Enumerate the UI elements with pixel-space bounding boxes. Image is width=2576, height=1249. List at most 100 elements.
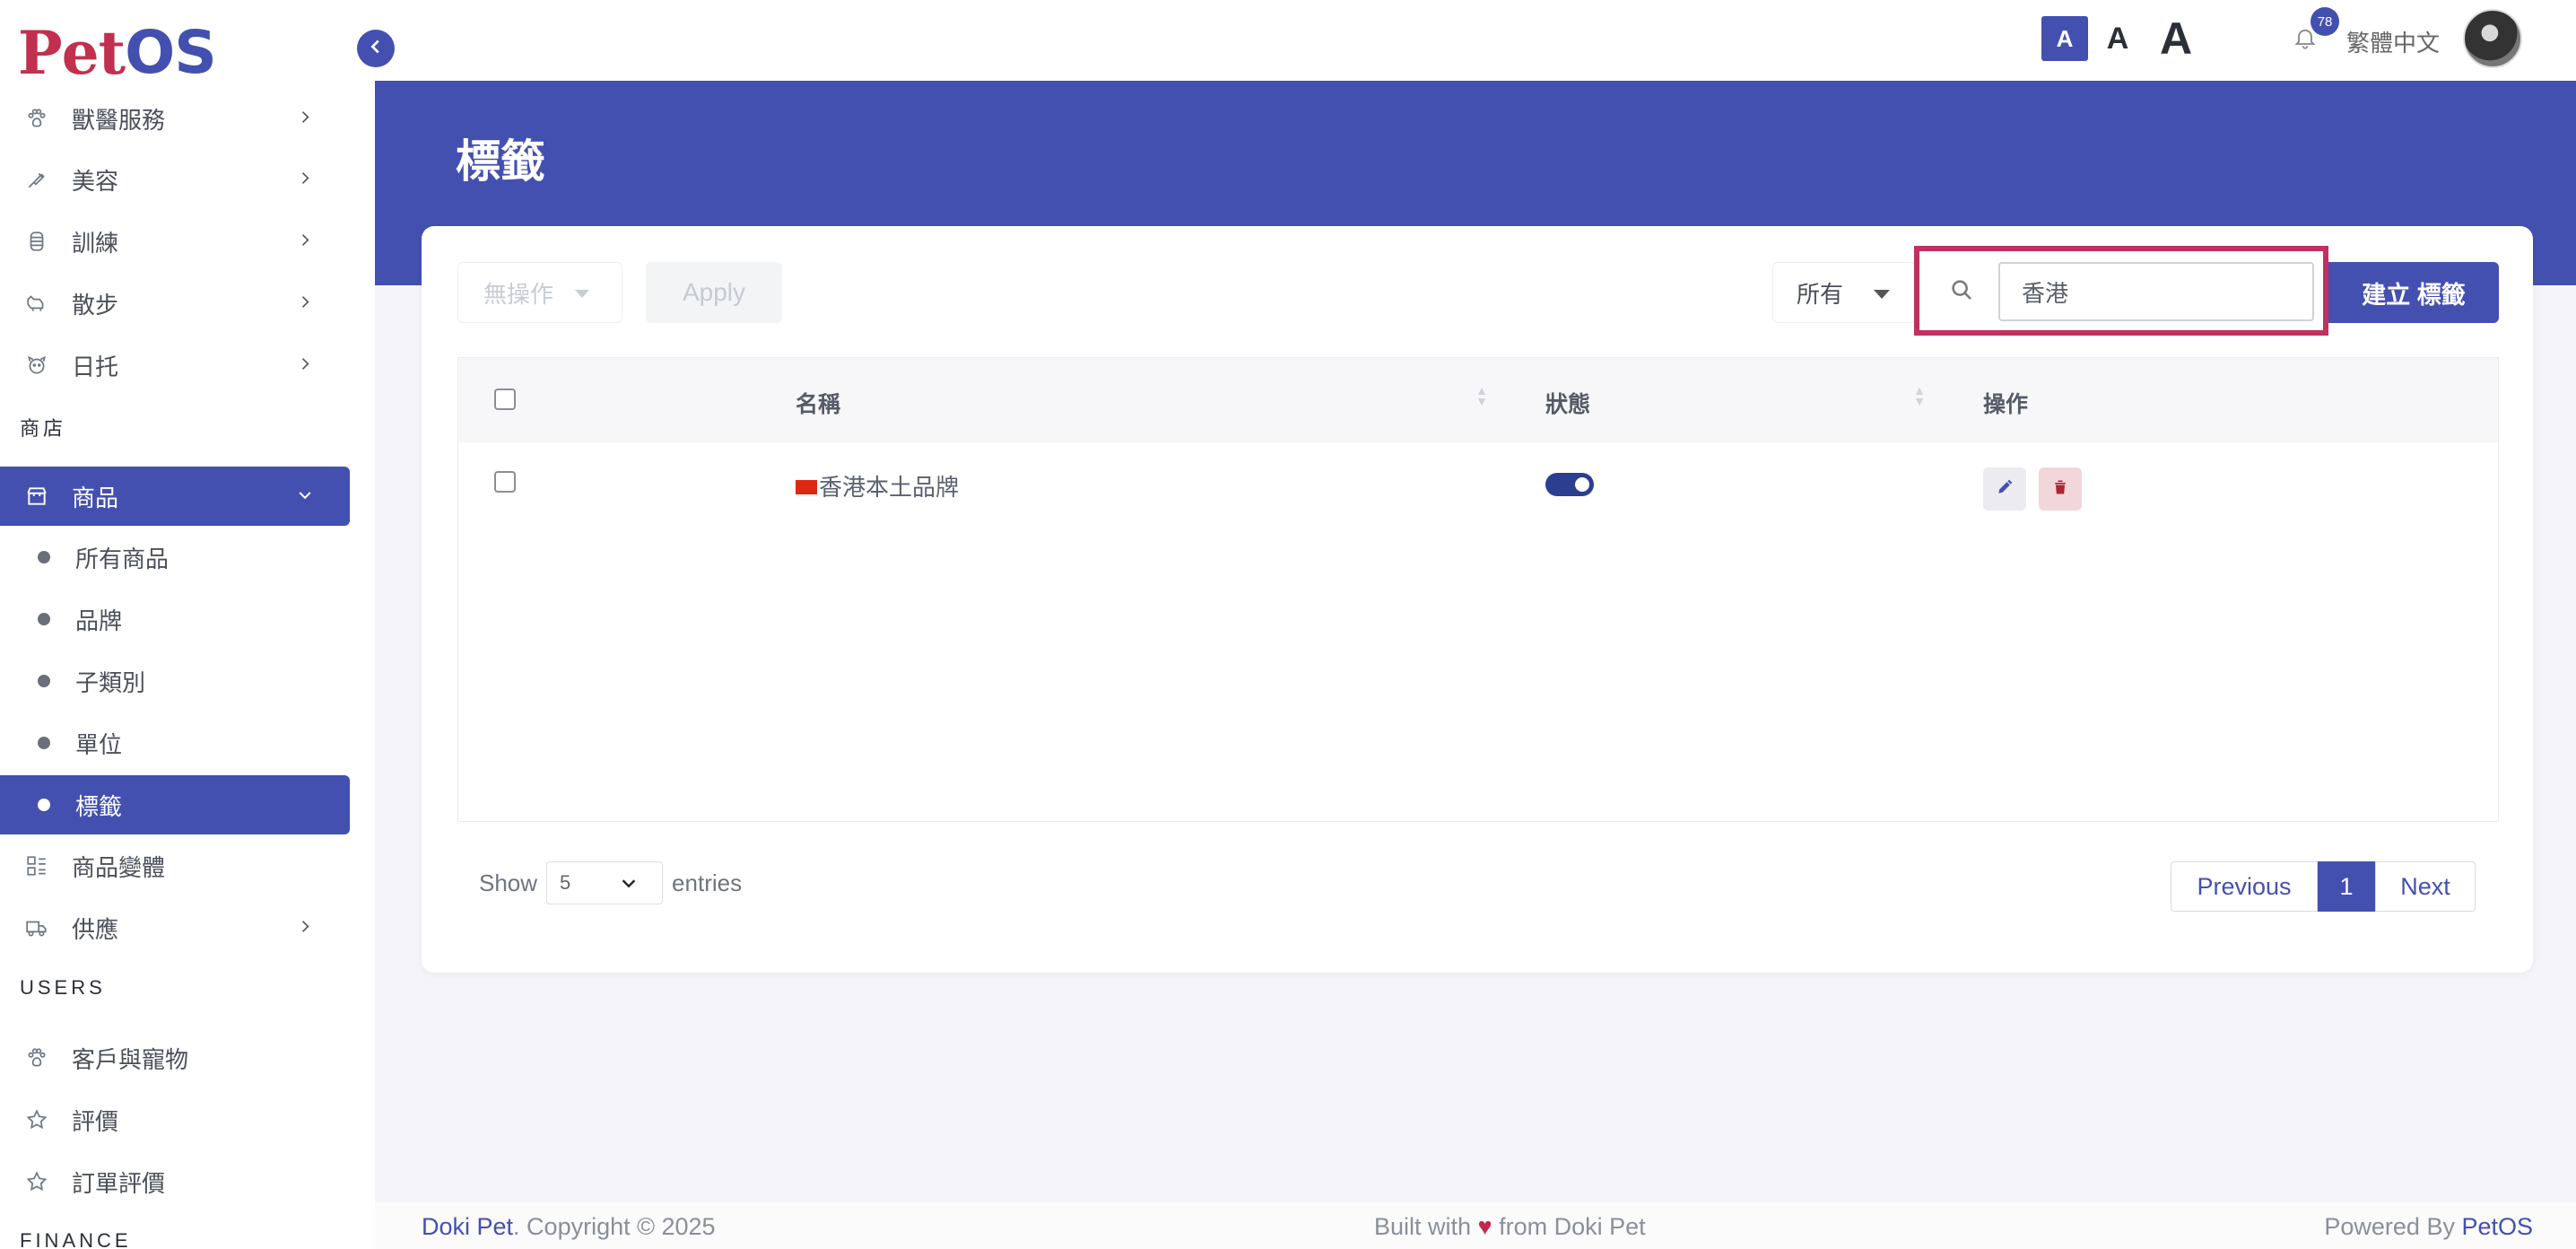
bulk-action-select[interactable]: 無操作 (457, 262, 622, 323)
chevron-right-icon (296, 105, 314, 133)
tag-name-cell[interactable]: 香港本土品牌 (796, 469, 959, 502)
page-1-button[interactable]: 1 (2318, 861, 2375, 912)
create-tag-button[interactable]: 建立 標籤 (2328, 262, 2499, 323)
table-header: 名稱 ▲ ▼ 狀態 ▲ ▼ 操作 (458, 358, 2498, 442)
search-input[interactable] (1998, 262, 2314, 321)
sidebar: Pet OS 獸醫服務 美容 訓練 散步 日托 商店 商品 所有商品 品牌 子類別… (0, 0, 375, 1249)
entries-label: entries (672, 869, 743, 896)
table-row: 香港本土品牌 (458, 442, 2498, 527)
sidebar-item-label: 商品 (72, 484, 119, 511)
sidebar-collapse-button[interactable] (357, 30, 395, 67)
sidebar-item-variants[interactable]: 商品變體 (0, 836, 350, 895)
caret-down-icon (575, 290, 589, 298)
footer-company-link[interactable]: Doki Pet (422, 1213, 513, 1240)
previous-page-button[interactable]: Previous (2171, 861, 2318, 912)
sidebar-item-label: 品牌 (75, 607, 123, 634)
status-toggle[interactable] (1545, 473, 1594, 496)
bullet-icon (38, 613, 50, 625)
sidebar-item-grooming[interactable]: 美容 (0, 150, 350, 209)
sidebar-subitem-all-products[interactable]: 所有商品 (0, 528, 350, 587)
logo-letters-et: et (61, 18, 126, 88)
logo-letters-os: OS (125, 18, 217, 87)
paw-icon (25, 107, 48, 130)
hong-kong-flag-icon (796, 480, 817, 495)
trash-icon (2051, 478, 2069, 501)
sidebar-subitem-units[interactable]: 單位 (0, 713, 350, 773)
column-header-status[interactable]: 狀態 (1545, 387, 1590, 419)
sidebar-item-reviews[interactable]: 評價 (0, 1090, 350, 1149)
variants-icon (25, 854, 48, 878)
sidebar-subitem-subcategories[interactable]: 子類別 (0, 651, 350, 711)
sidebar-item-label: 評價 (72, 1107, 119, 1135)
footer-built-with: Built with ♥ from Doki Pet (1374, 1213, 1646, 1241)
row-checkbox[interactable] (494, 471, 516, 493)
section-label-finance: FINANCE (20, 1229, 132, 1249)
store-icon (25, 485, 48, 508)
sidebar-item-order-reviews[interactable]: 訂單評價 (0, 1152, 350, 1211)
column-header-name[interactable]: 名稱 (796, 387, 840, 419)
paw-icon (25, 1046, 48, 1070)
bullet-icon (38, 675, 50, 687)
delete-button[interactable] (2039, 467, 2082, 511)
sidebar-item-daycare[interactable]: 日托 (0, 336, 350, 395)
sidebar-item-label: 供應 (72, 915, 119, 943)
sort-icon[interactable]: ▲ ▼ (1913, 384, 1926, 407)
select-all-checkbox[interactable] (494, 389, 516, 410)
sidebar-item-label: 單位 (75, 730, 123, 758)
footer-powered-by: Powered By PetOS (2324, 1213, 2533, 1241)
page-size-select[interactable]: 5 (546, 861, 664, 904)
topbar (375, 0, 2576, 81)
sidebar-item-label: 標籤 (75, 792, 123, 820)
font-size-small-button[interactable]: A (2041, 16, 2088, 61)
brush-icon (25, 168, 48, 191)
search-highlight-box (1914, 246, 2328, 336)
apply-button[interactable]: Apply (646, 262, 782, 323)
sidebar-item-vet[interactable]: 獸醫服務 (0, 89, 350, 148)
font-size-medium-button[interactable]: A (2099, 16, 2137, 61)
sidebar-item-label: 訂單評價 (72, 1169, 166, 1197)
heart-icon: ♥ (1477, 1213, 1493, 1240)
pencil-icon (1996, 478, 2014, 501)
sidebar-item-products[interactable]: 商品 (0, 467, 350, 526)
status-filter-value: 所有 (1797, 280, 1844, 308)
tags-table: 名稱 ▲ ▼ 狀態 ▲ ▼ 操作 香港本土品牌 (457, 357, 2499, 822)
chevron-down-icon (619, 873, 639, 898)
next-page-button[interactable]: Next (2375, 861, 2476, 912)
chevron-down-icon (296, 483, 314, 511)
page-title: 標籤 (456, 136, 545, 187)
content-card: 無操作 Apply 所有 建立 標籤 名稱 ▲▼ 狀態 ▲▼ 操作 香港本土品牌… (422, 226, 2533, 973)
sidebar-item-label: 訓練 (72, 229, 119, 257)
chevron-right-icon (296, 228, 314, 256)
petos-logo[interactable]: Pet OS (18, 18, 217, 88)
footer-brand-link[interactable]: PetOS (2461, 1213, 2533, 1240)
sidebar-subitem-brands[interactable]: 品牌 (0, 590, 350, 649)
sidebar-item-walking[interactable]: 散步 (0, 274, 350, 333)
sidebar-item-customers-pets[interactable]: 客戶與寵物 (0, 1028, 350, 1087)
avatar[interactable] (2463, 9, 2522, 68)
notification-count-badge: 78 (2311, 7, 2339, 36)
sidebar-subitem-tags[interactable]: 標籤 (0, 775, 350, 834)
sidebar-item-label: 所有商品 (75, 545, 170, 572)
logo-letter-p: P (18, 18, 63, 88)
sidebar-item-label: 客戶與寵物 (72, 1045, 189, 1073)
sidebar-item-supply[interactable]: 供應 (0, 898, 350, 957)
bullet-icon (38, 551, 50, 563)
truck-icon (25, 916, 48, 939)
built-with-text: Built with (1374, 1213, 1478, 1240)
sidebar-item-label: 商品變體 (72, 853, 166, 881)
chevron-right-icon (296, 352, 314, 380)
bulk-action-value: 無操作 (483, 280, 554, 308)
status-filter-select[interactable]: 所有 (1772, 262, 1916, 323)
star-icon (25, 1170, 48, 1193)
sidebar-item-label: 美容 (72, 167, 119, 195)
sidebar-item-label: 日托 (72, 353, 119, 380)
sort-icon[interactable]: ▲ ▼ (1475, 384, 1488, 407)
sidebar-item-training[interactable]: 訓練 (0, 212, 350, 271)
toggle-knob (1575, 477, 1589, 492)
search-icon (1948, 276, 1975, 308)
chevron-right-icon (296, 166, 314, 194)
language-selector[interactable]: 繁體中文 (2346, 25, 2440, 58)
font-size-large-button[interactable]: A (2149, 13, 2203, 64)
edit-button[interactable] (1983, 467, 2026, 511)
section-label-shop: 商店 (20, 417, 67, 440)
